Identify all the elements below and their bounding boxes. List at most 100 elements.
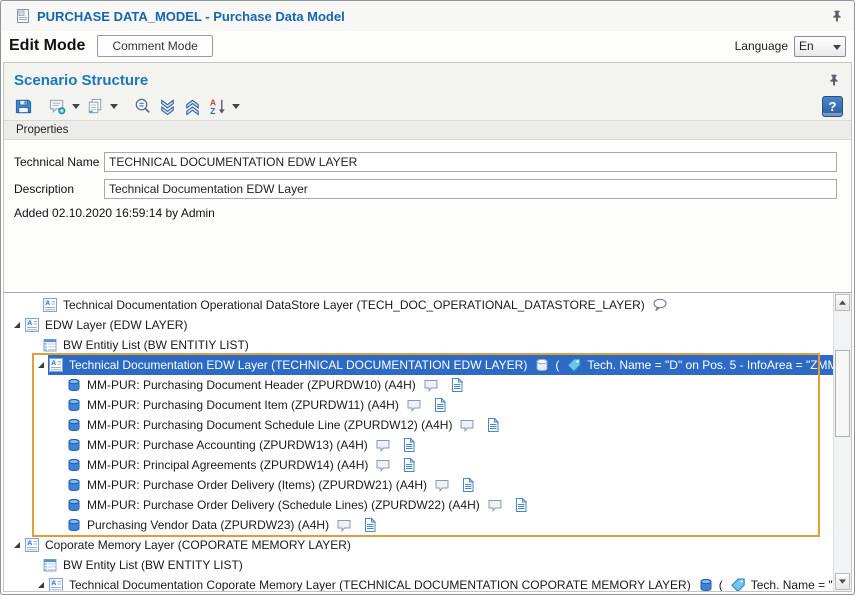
bubble-icon[interactable]	[336, 517, 352, 533]
scrollbar-thumb[interactable]	[835, 350, 850, 437]
comment-add-icon[interactable]	[46, 96, 68, 118]
svg-text:A: A	[27, 320, 32, 327]
bubble-icon[interactable]	[375, 457, 391, 473]
panel-title: Scenario Structure	[14, 72, 827, 89]
tree-row[interactable]: A Technical Documentation Coporate Memory…	[4, 575, 834, 591]
tree-row-label: BW Entitiy List (BW ENTITIY LIST)	[63, 338, 249, 352]
svg-text:A: A	[51, 580, 56, 587]
document-icon	[15, 8, 31, 24]
language-select[interactable]: En	[794, 36, 846, 57]
properties-section-header: Properties	[4, 120, 851, 140]
copy-icon[interactable]	[84, 96, 106, 118]
search-icon[interactable]	[131, 96, 153, 118]
db-icon	[66, 497, 82, 513]
pin-icon[interactable]	[830, 9, 844, 23]
bubble-icon[interactable]	[375, 437, 391, 453]
doc-icon[interactable]	[460, 477, 476, 493]
db-icon	[66, 477, 82, 493]
help-button[interactable]: ?	[822, 96, 843, 117]
properties-form: Technical Name Description Added 02.10.2…	[4, 140, 851, 292]
db-icon	[66, 457, 82, 473]
language-label: Language	[735, 39, 788, 53]
collapse-all-icon[interactable]	[181, 96, 203, 118]
svg-text:A: A	[27, 540, 32, 547]
description-input[interactable]	[104, 179, 837, 199]
page-title: PURCHASE DATA_MODEL - Purchase Data Mode…	[37, 9, 830, 24]
scenario-tree: A Technical Documentation Operational Dat…	[4, 292, 851, 591]
layer-icon: A	[48, 357, 64, 373]
layer-icon: A	[42, 297, 58, 313]
sort-az-icon[interactable]: AZ	[206, 96, 228, 118]
tree-expander-icon[interactable]	[34, 358, 48, 372]
tree-row[interactable]: MM-PUR: Purchasing Document Schedule Lin…	[4, 415, 834, 435]
tree-row-meta-prefix: (	[555, 358, 559, 372]
tree-row[interactable]: MM-PUR: Purchase Order Delivery (Schedul…	[4, 495, 834, 515]
bubble-icon[interactable]	[487, 497, 503, 513]
tree-row[interactable]: MM-PUR: Purchasing Document Header (ZPUR…	[4, 375, 834, 395]
tree-row-meta-text: Tech. Name = "C" on Pos. 5 - InfoArea	[751, 578, 834, 591]
layer-icon: A	[24, 317, 40, 333]
doc-icon[interactable]	[485, 417, 501, 433]
bubble-icon[interactable]	[423, 377, 439, 393]
description-label: Description	[14, 182, 104, 196]
tree-expander-icon[interactable]	[34, 578, 48, 591]
bubble-icon[interactable]	[406, 397, 422, 413]
tree-row-label: Technical Documentation EDW Layer (TECHN…	[69, 358, 527, 372]
tree-expander-icon[interactable]	[10, 318, 24, 332]
tree-row-meta-prefix: (	[719, 578, 723, 591]
tree-row-label: Purchasing Vendor Data (ZPURDW23) (A4H)	[87, 518, 329, 532]
doc-icon[interactable]	[401, 457, 417, 473]
expand-all-icon[interactable]	[156, 96, 178, 118]
edit-mode-label: Edit Mode	[9, 37, 85, 55]
svg-text:A: A	[45, 300, 50, 307]
tree-row-label: Technical Documentation Operational Data…	[63, 298, 645, 312]
scroll-down-button[interactable]	[835, 573, 850, 590]
tree-row[interactable]: MM-PUR: Purchasing Document Item (ZPURDW…	[4, 395, 834, 415]
tree-row[interactable]: A Coporate Memory Layer (COPORATE MEMORY …	[4, 535, 834, 555]
technical-name-label: Technical Name	[14, 155, 104, 169]
tree-row[interactable]: MM-PUR: Purchase Accounting (ZPURDW13) (…	[4, 435, 834, 455]
tree-row-label: MM-PUR: Purchase Order Delivery (Schedul…	[87, 498, 480, 512]
bubble-icon[interactable]	[434, 477, 450, 493]
tag-icon	[566, 357, 582, 373]
technical-name-input[interactable]	[104, 152, 837, 172]
save-icon[interactable]	[12, 96, 34, 118]
tree-row[interactable]: MM-PUR: Principal Agreements (ZPURDW14) …	[4, 455, 834, 475]
list-icon	[42, 557, 58, 573]
comment-mode-button[interactable]: Comment Mode	[97, 35, 212, 57]
sort-menu-chevron-icon[interactable]	[231, 96, 241, 118]
tree-row-label: Technical Documentation Coporate Memory …	[69, 578, 691, 591]
tree-row-label: MM-PUR: Purchasing Document Item (ZPURDW…	[87, 398, 399, 412]
scenario-structure-panel: Scenario Structure	[3, 62, 852, 592]
comment-menu-chevron-icon[interactable]	[71, 96, 81, 118]
chevron-down-icon	[833, 39, 841, 53]
tree-expander-icon[interactable]	[10, 538, 24, 552]
bubble-icon[interactable]	[459, 417, 475, 433]
tree-row-meta-text: Tech. Name = "D" on Pos. 5 - InfoArea = …	[587, 358, 834, 372]
doc-icon[interactable]	[362, 517, 378, 533]
tree-row[interactable]: A Technical Documentation EDW Layer (TECH…	[4, 355, 834, 375]
tree-row[interactable]: A Technical Documentation Operational Dat…	[4, 295, 834, 315]
tree-row[interactable]: AEDW Layer (EDW LAYER)	[4, 315, 834, 335]
tree-row-label: MM-PUR: Purchase Order Delivery (Items) …	[87, 478, 427, 492]
tree-row-label: Coporate Memory Layer (COPORATE MEMORY L…	[45, 538, 351, 552]
tree-row[interactable]: MM-PUR: Purchase Order Delivery (Items) …	[4, 475, 834, 495]
tree-row[interactable]: BW Entity List (BW ENTITY LIST)	[4, 555, 834, 575]
layer-icon: A	[48, 577, 64, 591]
tree-scrollbar[interactable]	[833, 293, 851, 591]
language-value: En	[799, 39, 814, 53]
doc-icon[interactable]	[432, 397, 448, 413]
panel-pin-icon[interactable]	[827, 73, 841, 87]
doc-icon[interactable]	[513, 497, 529, 513]
doc-icon[interactable]	[401, 437, 417, 453]
svg-text:A: A	[51, 360, 56, 367]
copy-menu-chevron-icon[interactable]	[109, 96, 119, 118]
db-icon	[66, 517, 82, 533]
scroll-up-button[interactable]	[835, 294, 850, 311]
comment-outline-icon[interactable]	[652, 297, 668, 313]
tree-row[interactable]: BW Entitiy List (BW ENTITIY LIST)	[4, 335, 834, 355]
added-note: Added 02.10.2020 16:59:14 by Admin	[14, 206, 837, 220]
tree-row[interactable]: Purchasing Vendor Data (ZPURDW23) (A4H)	[4, 515, 834, 535]
tree-row-label: BW Entity List (BW ENTITY LIST)	[63, 558, 243, 572]
doc-icon[interactable]	[449, 377, 465, 393]
